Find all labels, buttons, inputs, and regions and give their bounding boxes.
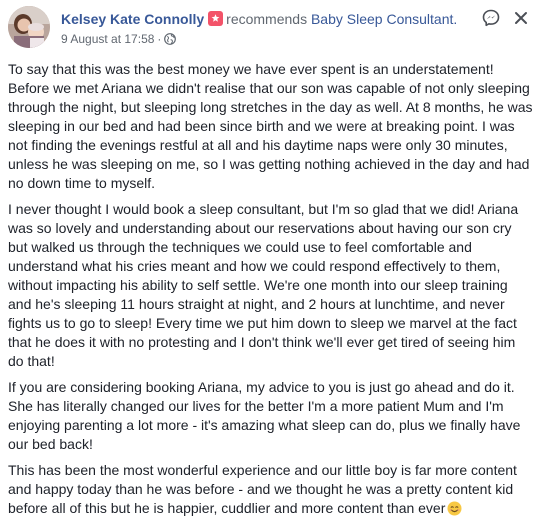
meta-separator: ·: [157, 32, 162, 46]
post-paragraph-text: This has been the most wonderful experie…: [8, 462, 517, 516]
avatar-photo: [8, 6, 50, 48]
author-name-link[interactable]: Kelsey Kate Connolly: [61, 11, 204, 27]
avatar[interactable]: [8, 6, 50, 48]
post-paragraph: To say that this was the best money we h…: [8, 61, 533, 191]
close-icon[interactable]: [511, 8, 531, 28]
smiling-emoji-icon: [447, 501, 462, 516]
recommend-icon: [208, 11, 224, 26]
recommendation-post: Kelsey Kate Connolly recommends Baby Slee…: [0, 0, 541, 524]
post-paragraph: I never thought I would book a sleep con…: [8, 201, 519, 369]
recommended-page-link[interactable]: Baby Sleep Consultant.: [311, 11, 457, 27]
globe-icon[interactable]: [164, 33, 177, 45]
author-line: Kelsey Kate Connolly recommends Baby Slee…: [61, 10, 457, 28]
messenger-icon[interactable]: [481, 8, 501, 28]
post-meta: 9 August at 17:58 ·: [61, 31, 177, 47]
post-timestamp[interactable]: 9 August at 17:58: [61, 32, 154, 46]
post-paragraph: If you are considering booking Ariana, m…: [8, 379, 521, 452]
post-paragraph-final: This has been the most wonderful experie…: [8, 461, 533, 518]
post-header-actions: [471, 8, 531, 28]
post-body: To say that this was the best money we h…: [8, 60, 533, 524]
post-header: Kelsey Kate Connolly recommends Baby Slee…: [8, 6, 533, 54]
recommend-action-text: recommends: [226, 11, 308, 27]
